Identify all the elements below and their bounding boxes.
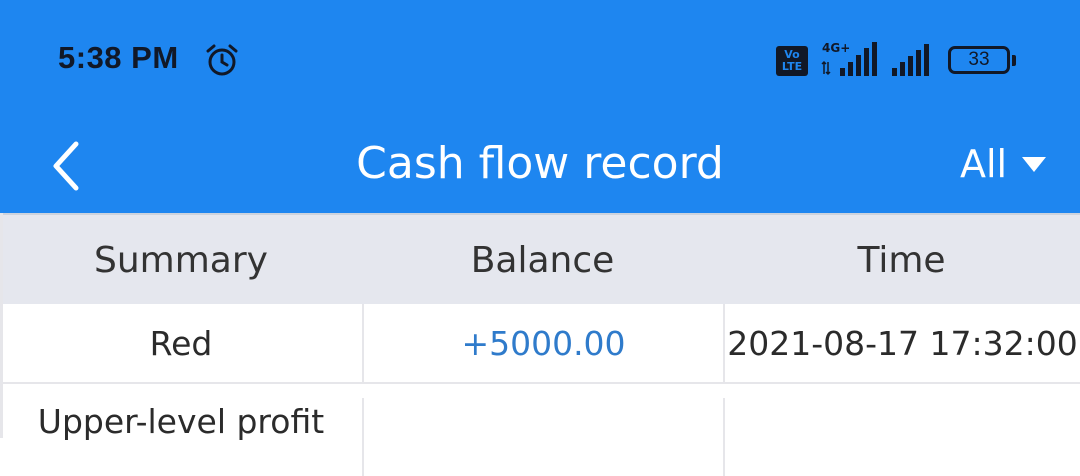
caret-down-icon	[1022, 157, 1047, 172]
column-header-balance: Balance	[470, 240, 615, 281]
table-row[interactable]: Upper-level profit	[0, 384, 1080, 476]
page-title: Cash flow record	[356, 138, 724, 189]
network-type-label: 4G+	[822, 41, 850, 55]
status-bar: 5:38 PM Vo LTE 4G+ 33	[0, 0, 1080, 120]
app-header: 5:38 PM Vo LTE 4G+ 33 Cash flow record A…	[0, 0, 1080, 213]
volte-label: Vo LTE	[781, 48, 803, 73]
battery-icon: 33	[948, 46, 1010, 74]
filter-label: All	[960, 142, 1008, 186]
cell-summary: Upper-level profit	[37, 402, 325, 441]
cell-time: 2021-08-17 17:32:00	[723, 304, 1080, 382]
battery-level: 33	[968, 49, 990, 70]
filter-dropdown[interactable]: All	[960, 132, 1047, 196]
cell-balance: +5000.00	[362, 304, 723, 382]
column-header-time: Time	[857, 240, 946, 281]
table-header: Summary Balance Time	[0, 213, 1080, 304]
signal-strength-icon	[892, 44, 929, 76]
status-time: 5:38 PM	[58, 40, 179, 75]
table-row[interactable]: Red +5000.00 2021-08-17 17:32:00	[0, 304, 1080, 384]
table-left-border	[0, 213, 3, 438]
cell-summary: Red	[149, 324, 213, 363]
column-header-summary: Summary	[94, 240, 268, 281]
alarm-clock-icon	[206, 44, 238, 76]
cell-balance	[362, 398, 723, 476]
nav-bar: Cash flow record All	[0, 120, 1080, 213]
volte-icon: Vo LTE	[776, 46, 808, 76]
back-arrow-icon[interactable]	[40, 130, 96, 200]
cell-time	[723, 398, 1080, 476]
signal-4g-icon: 4G+	[821, 41, 877, 76]
battery-cap	[1012, 55, 1016, 66]
